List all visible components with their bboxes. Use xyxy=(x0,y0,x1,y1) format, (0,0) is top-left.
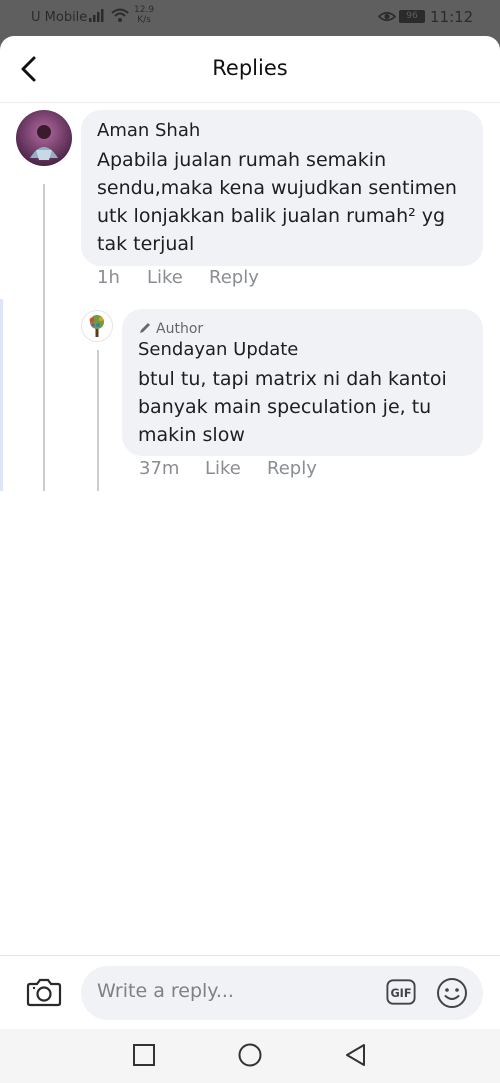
signal-icon xyxy=(89,9,104,22)
carrier-label: U Mobile xyxy=(31,10,88,25)
back-triangle-icon[interactable] xyxy=(343,1042,369,1068)
page-avatar[interactable] xyxy=(81,310,113,342)
clock: 11:12 xyxy=(430,8,474,26)
speed-value: 12.9 xyxy=(134,5,155,15)
reply-thread-line xyxy=(97,350,99,491)
gif-button[interactable]: GIF xyxy=(386,978,416,1006)
page-title: Replies xyxy=(212,56,288,80)
battery-icon: 96 xyxy=(399,10,425,23)
reply-button[interactable]: Reply xyxy=(267,458,317,479)
reply-author[interactable]: Sendayan Update xyxy=(138,339,298,360)
emoji-icon[interactable] xyxy=(436,977,468,1009)
reply-input[interactable]: Write a reply... GIF xyxy=(81,966,483,1020)
reply-composer: Write a reply... GIF xyxy=(0,955,500,1030)
pencil-icon xyxy=(140,323,150,333)
avatar[interactable] xyxy=(16,110,72,166)
tree-logo-icon xyxy=(89,315,104,337)
author-badge-label: Author xyxy=(156,321,204,337)
like-button[interactable]: Like xyxy=(205,458,241,479)
system-nav-bar xyxy=(0,1029,500,1083)
comment-bubble[interactable]: Aman Shah Apabila jualan rumah semakin s… xyxy=(81,110,483,266)
selected-reply-indicator xyxy=(0,299,3,491)
comment-author[interactable]: Aman Shah xyxy=(97,120,200,141)
battery-level: 96 xyxy=(400,11,424,22)
author-badge: Author xyxy=(138,321,203,337)
like-button[interactable]: Like xyxy=(147,267,183,288)
gif-label: GIF xyxy=(390,987,411,1000)
recents-square-icon[interactable] xyxy=(131,1042,157,1068)
comment-text: Apabila jualan rumah semakin sendu,maka … xyxy=(97,149,457,255)
header: Replies xyxy=(0,36,500,103)
wifi-icon xyxy=(111,8,129,22)
reply-button[interactable]: Reply xyxy=(209,267,259,288)
home-circle-icon[interactable] xyxy=(237,1042,263,1068)
camera-icon[interactable] xyxy=(26,975,62,1009)
comment-time: 1h xyxy=(97,267,120,288)
eye-comfort-icon xyxy=(378,11,396,22)
avatar-image xyxy=(16,110,72,166)
reply-bubble[interactable]: Author Sendayan Update btul tu, tapi mat… xyxy=(122,309,483,456)
reply-time: 37m xyxy=(139,458,180,479)
network-speed: 12.9 K/s xyxy=(134,5,154,25)
thread-line xyxy=(43,184,45,491)
speed-unit: K/s xyxy=(137,15,151,25)
reply-text: btul tu, tapi matrix ni dah kantoi banya… xyxy=(138,368,447,446)
replies-sheet: Replies Aman Shah Apabila jualan rumah s… xyxy=(0,36,500,1083)
status-bar: U Mobile 12.9 K/s 96 11:12 xyxy=(0,0,500,36)
reply-input-placeholder: Write a reply... xyxy=(97,980,234,1002)
